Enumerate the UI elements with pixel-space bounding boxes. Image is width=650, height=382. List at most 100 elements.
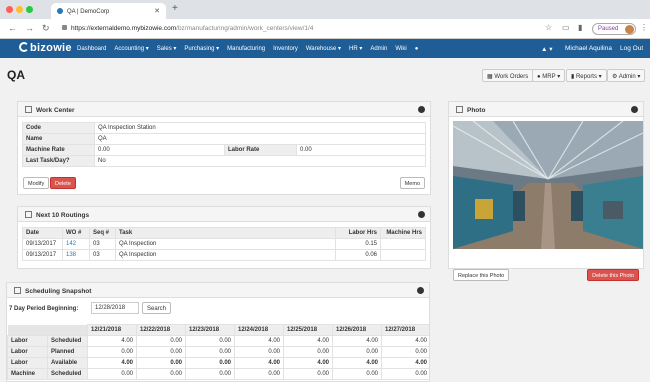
machine-rate-label: Machine Rate [22, 144, 95, 156]
photo-wrapper: Replace this Photo Delete this Photo [449, 117, 643, 281]
profile-paused-button[interactable]: Paused [592, 23, 636, 35]
logo-text: bizowie [30, 42, 72, 54]
cell: 0.00 [87, 368, 137, 380]
cell: 0.00 [234, 346, 284, 358]
cell: 0.00 [136, 346, 186, 358]
user-menu-icon[interactable]: ▲ ▾ [541, 45, 553, 53]
cast-icon[interactable]: ▭ [562, 23, 570, 32]
wo-link[interactable]: 142 [62, 238, 90, 250]
user-name[interactable]: Michael Aquilina [565, 45, 612, 52]
row-type: Labor [7, 346, 48, 358]
cell: 0.06 [335, 249, 381, 261]
nav-accounting[interactable]: Accounting ▾ [114, 46, 148, 52]
logout-link[interactable]: Log Out [620, 45, 643, 52]
menu-dots-icon[interactable]: ⋮ [640, 23, 648, 32]
row-type: Labor [7, 335, 48, 347]
nav-admin[interactable]: Admin [370, 46, 387, 52]
reload-icon[interactable]: ↻ [42, 23, 50, 34]
col-date: 12/23/2018 [185, 324, 235, 336]
cell: 4.00 [381, 335, 429, 347]
panel-icon [25, 211, 32, 218]
modify-button[interactable]: Modify [23, 177, 50, 189]
back-icon[interactable]: ← [8, 23, 17, 33]
cell: 0.00 [332, 368, 382, 380]
nav-manufacturing[interactable]: Manufacturing [227, 46, 265, 52]
cell: 4.00 [283, 335, 333, 347]
window-controls[interactable] [6, 6, 36, 15]
labor-rate-label: Labor Rate [224, 144, 297, 156]
cell: 0.00 [185, 368, 235, 380]
admin-button[interactable]: ⚙ Admin ▾ [607, 69, 646, 82]
bookmark-star-icon[interactable]: ☆ [545, 23, 552, 32]
maximize-window-icon[interactable] [26, 6, 33, 13]
logo-mark-icon [19, 42, 29, 52]
name-label: Name [22, 133, 95, 145]
minimize-window-icon[interactable] [16, 6, 23, 13]
nav-purchasing[interactable]: Purchasing ▾ [184, 46, 219, 52]
panel-title: Scheduling Snapshot [25, 288, 92, 295]
cell: QA Inspection [115, 238, 336, 250]
cell: 4.00 [332, 335, 382, 347]
url-path: /bz/manufacturing/admin/work_centers/vie… [176, 25, 314, 32]
work-center-panel: Work Center Code QA Inspection Station Na… [17, 101, 431, 195]
delete-button[interactable]: Delete [50, 177, 76, 189]
cell: 0.00 [185, 357, 235, 369]
nav-dashboard[interactable]: Dashboard [77, 46, 106, 52]
col-date: 12/27/2018 [381, 324, 429, 336]
work-center-table: Code QA Inspection Station Name QA Machine… [22, 122, 426, 167]
browser-tab[interactable]: QA | DemoCorp ✕ [51, 3, 166, 19]
work-orders-label: Work Orders [494, 74, 529, 80]
new-tab-icon[interactable]: + [172, 3, 178, 14]
cell: 03 [89, 238, 116, 250]
collapse-icon[interactable] [417, 287, 424, 294]
memo-button[interactable]: Memo [399, 177, 425, 189]
nav-hr[interactable]: HR ▾ [349, 46, 362, 52]
factory-photo [453, 121, 643, 249]
labor-rate-value: 0.00 [296, 144, 426, 156]
nav-sales[interactable]: Sales ▾ [157, 46, 177, 52]
reports-button[interactable]: ▮ Reports ▾ [566, 69, 607, 82]
image-icon [456, 106, 463, 113]
forward-icon[interactable]: → [25, 23, 34, 33]
col-date: 12/21/2018 [87, 324, 137, 336]
help-icon[interactable]: ● [415, 46, 419, 52]
cell: 4.00 [234, 335, 284, 347]
nav-inventory[interactable]: Inventory [273, 46, 298, 52]
name-value: QA [94, 133, 426, 145]
cell: 0.00 [136, 368, 186, 380]
table-row: Labor Available 4.00 0.00 0.00 4.00 4.00 4.00 4.… [7, 357, 429, 369]
collapse-icon[interactable] [418, 211, 425, 218]
close-window-icon[interactable] [6, 6, 13, 13]
schedule-table: 12/21/2018 12/22/2018 12/23/2018 12/24/2018… [7, 324, 429, 380]
schedule-header: Scheduling Snapshot [7, 283, 429, 298]
mrp-button[interactable]: ● MRP ▾ [532, 69, 566, 82]
code-value: QA Inspection Station [94, 122, 426, 134]
extension-icon[interactable]: ▮ [578, 23, 582, 32]
work-orders-button[interactable]: ▦ Work Orders [482, 69, 534, 82]
search-button[interactable]: Search [142, 302, 172, 314]
delete-photo-button[interactable]: Delete this Photo [587, 269, 639, 281]
panel-title: Next 10 Routings [36, 212, 90, 219]
nav-wiki[interactable]: Wiki [395, 46, 406, 52]
col-date: Date [22, 227, 63, 239]
panel-title: Photo [467, 107, 486, 114]
replace-photo-button[interactable]: Replace this Photo [453, 269, 510, 281]
collapse-icon[interactable] [631, 106, 638, 113]
period-input[interactable]: 12/28/2018 [91, 302, 139, 314]
close-tab-icon[interactable]: ✕ [154, 7, 160, 15]
wo-link[interactable]: 138 [62, 249, 90, 261]
nav-warehouse[interactable]: Warehouse ▾ [306, 46, 341, 52]
row-kind: Planned [47, 346, 88, 358]
row-kind: Scheduled [47, 368, 88, 380]
cell: 0.00 [185, 335, 235, 347]
app-navbar: bizowie Dashboard Accounting ▾ Sales ▾ Purc… [0, 39, 650, 58]
url-bar[interactable]: https://externaldemo.mybizowie.com/bz/ma… [62, 23, 562, 36]
logo[interactable]: bizowie [19, 42, 72, 54]
collapse-icon[interactable] [418, 106, 425, 113]
cell: 0.00 [185, 346, 235, 358]
col-date: 12/24/2018 [234, 324, 284, 336]
tab-title: QA | DemoCorp [67, 9, 110, 15]
last-task-value: No [94, 155, 426, 167]
cell: 4.00 [234, 357, 284, 369]
cell [380, 238, 426, 250]
